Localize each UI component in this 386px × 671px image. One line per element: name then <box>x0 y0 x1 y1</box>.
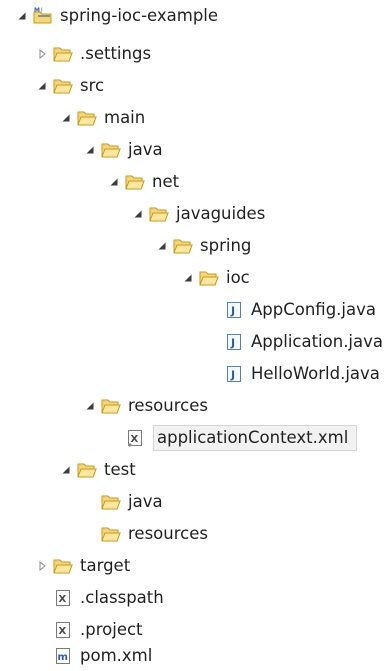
tree-item-label: spring-ioc-example <box>60 6 219 25</box>
tree-item-net-folder[interactable]: net <box>108 168 179 196</box>
tree-item-label: pom.xml <box>80 646 153 665</box>
tree-item-main-folder[interactable]: main <box>60 104 145 132</box>
expanded-arrow-icon[interactable] <box>84 400 96 412</box>
folder-icon <box>77 109 97 127</box>
expanded-arrow-icon[interactable] <box>16 10 28 22</box>
java-file-icon: J <box>224 301 244 319</box>
tree-item-settings-folder[interactable]: .settings <box>36 40 151 68</box>
tree-item-label: src <box>80 76 105 95</box>
svg-text:M: M <box>34 7 40 14</box>
tree-item-project-file[interactable]: X .project <box>36 616 143 644</box>
expanded-arrow-icon[interactable] <box>60 464 72 476</box>
folder-icon <box>149 205 169 223</box>
tree-item-label: AppConfig.java <box>251 300 376 319</box>
java-file-icon: J <box>224 365 244 383</box>
svg-text:X: X <box>59 594 67 605</box>
svg-text:X: X <box>131 434 139 445</box>
tree-item-resources-folder[interactable]: resources <box>84 392 208 420</box>
collapsed-arrow-icon[interactable] <box>36 48 48 60</box>
folder-icon <box>199 269 219 287</box>
folder-icon <box>101 141 121 159</box>
expanded-arrow-icon[interactable] <box>156 240 168 252</box>
tree-item-label: resources <box>128 396 208 415</box>
tree-item-label: applicationContext.xml <box>153 425 358 451</box>
folder-icon <box>53 77 73 95</box>
tree-item-test-java-folder[interactable]: java <box>84 488 163 516</box>
expanded-arrow-icon[interactable] <box>182 272 194 284</box>
svg-text:J: J <box>40 8 43 14</box>
collapsed-arrow-icon[interactable] <box>36 560 48 572</box>
tree-item-label: .project <box>80 620 143 639</box>
xml-file-icon: X <box>53 621 73 639</box>
xml-file-icon: X <box>53 589 73 607</box>
tree-item-label: test <box>104 460 136 479</box>
tree-item-appconfig-file[interactable]: J AppConfig.java <box>207 296 376 324</box>
expanded-arrow-icon[interactable] <box>132 208 144 220</box>
expanded-arrow-icon[interactable] <box>108 176 120 188</box>
folder-icon <box>101 525 121 543</box>
tree-item-classpath-file[interactable]: X .classpath <box>36 584 164 612</box>
tree-item-label: resources <box>128 524 208 543</box>
xml-file-icon: X <box>125 429 145 447</box>
svg-text:J: J <box>230 305 235 318</box>
maven-project-icon: M J <box>33 7 53 25</box>
tree-item-label: java <box>128 140 163 159</box>
svg-text:X: X <box>59 626 67 637</box>
folder-icon <box>173 237 193 255</box>
tree-item-label: spring <box>200 236 252 255</box>
tree-item-label: main <box>104 108 146 127</box>
tree-item-target-folder[interactable]: target <box>36 552 130 580</box>
tree-item-label: Application.java <box>251 332 384 351</box>
expanded-arrow-icon[interactable] <box>84 144 96 156</box>
tree-item-src-folder[interactable]: src <box>36 72 104 100</box>
maven-pom-icon: m <box>53 647 73 665</box>
tree-item-test-folder[interactable]: test <box>60 456 136 484</box>
tree-item-project[interactable]: M J spring-ioc-example <box>16 2 218 30</box>
java-file-icon: J <box>224 333 244 351</box>
tree-item-pom-file[interactable]: m pom.xml <box>36 642 152 670</box>
folder-icon <box>53 45 73 63</box>
tree-item-spring-folder[interactable]: spring <box>156 232 251 260</box>
folder-icon <box>125 173 145 191</box>
tree-item-test-resources-folder[interactable]: resources <box>84 520 208 548</box>
tree-item-label: net <box>152 172 180 191</box>
tree-item-application-file[interactable]: J Application.java <box>207 328 383 356</box>
svg-text:J: J <box>230 337 235 350</box>
tree-item-label: target <box>80 556 131 575</box>
tree-item-main-java-folder[interactable]: java <box>84 136 163 164</box>
folder-icon <box>53 557 73 575</box>
expanded-arrow-icon[interactable] <box>60 112 72 124</box>
tree-item-javaguides-folder[interactable]: javaguides <box>132 200 265 228</box>
folder-icon <box>77 461 97 479</box>
folder-icon <box>101 493 121 511</box>
tree-item-label: .settings <box>80 44 152 63</box>
tree-item-label: HelloWorld.java <box>251 364 380 383</box>
folder-icon <box>101 397 121 415</box>
tree-item-label: ioc <box>226 268 250 287</box>
tree-item-label: .classpath <box>80 588 164 607</box>
tree-item-ioc-folder[interactable]: ioc <box>182 264 250 292</box>
svg-text:m: m <box>58 652 68 663</box>
project-explorer-tree: M J spring-ioc-example .settings src mai… <box>0 0 386 671</box>
tree-item-label: java <box>128 492 163 511</box>
tree-item-label: javaguides <box>176 204 266 223</box>
tree-item-appcontext-file[interactable]: X applicationContext.xml <box>108 424 358 452</box>
expanded-arrow-icon[interactable] <box>36 80 48 92</box>
tree-item-helloworld-file[interactable]: J HelloWorld.java <box>207 360 380 388</box>
svg-text:J: J <box>230 369 235 382</box>
